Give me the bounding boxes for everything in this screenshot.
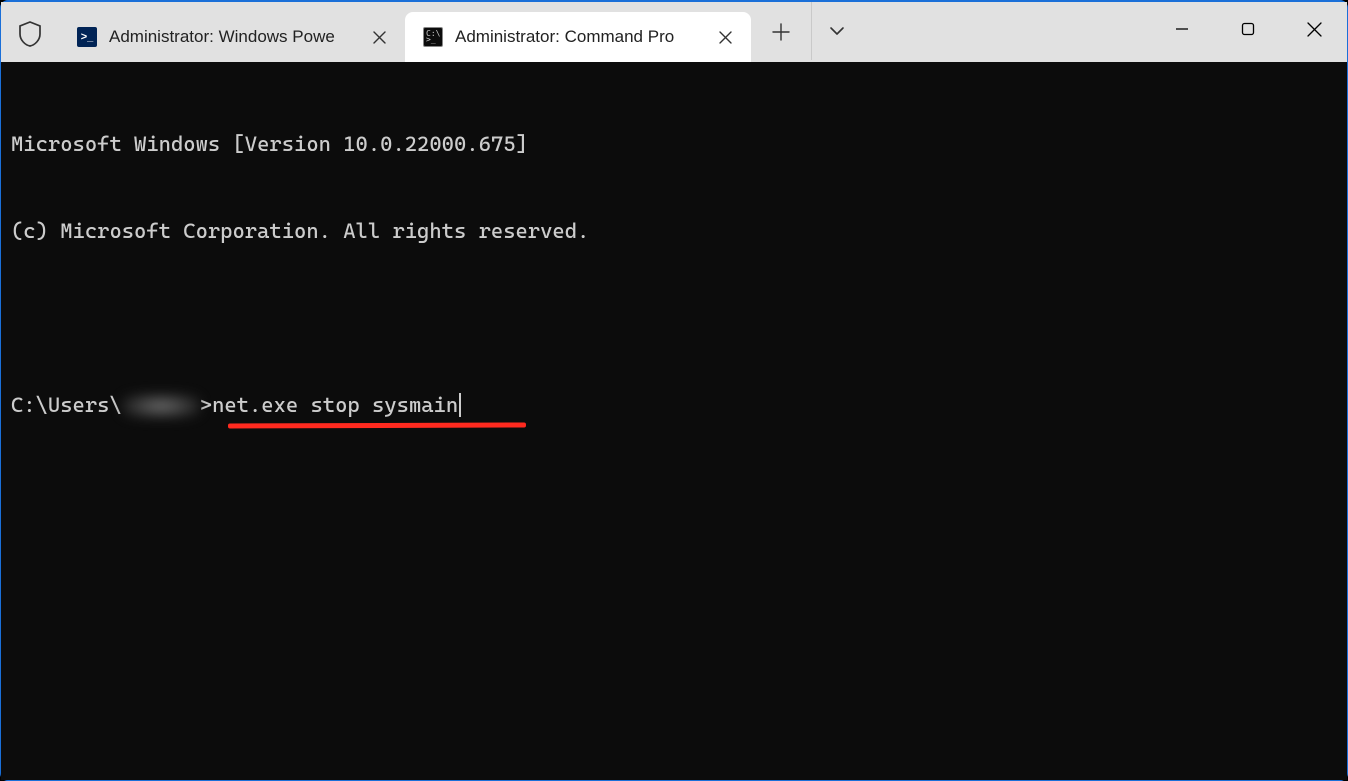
window-controls [1149,2,1347,56]
command-text: net.exe stop sysmain [212,391,458,420]
tab-dropdown-button[interactable] [811,2,861,60]
new-tab-button[interactable] [757,12,805,52]
prompt-suffix: > [200,391,212,420]
annotation-underline [228,422,526,428]
powershell-icon: >_ [77,27,97,47]
terminal-prompt-line: C:\Users\ >net.exe stop sysmain [11,391,1337,420]
tab-powershell[interactable]: >_ Administrator: Windows Powe [59,12,405,62]
terminal-area[interactable]: Microsoft Windows [Version 10.0.22000.67… [1,62,1347,780]
minimize-button[interactable] [1149,2,1215,56]
tab-label: Administrator: Command Pro [455,27,701,47]
redacted-username [122,394,200,418]
tab-label: Administrator: Windows Powe [109,27,355,47]
close-button[interactable] [1281,2,1347,56]
terminal-output-line: Microsoft Windows [Version 10.0.22000.67… [11,130,1337,159]
terminal-output-line: (c) Microsoft Corporation. All rights re… [11,217,1337,246]
tabs-area: >_ Administrator: Windows Powe C:\>_ Adm… [59,2,751,62]
cmd-icon: C:\>_ [423,27,443,47]
titlebar-drag-area[interactable] [861,2,1149,62]
maximize-button[interactable] [1215,2,1281,56]
tab-close-button[interactable] [367,25,391,49]
prompt-prefix: C:\Users\ [11,391,122,420]
text-cursor [459,393,461,417]
terminal-blank-line [11,304,1337,333]
tab-command-prompt[interactable]: C:\>_ Administrator: Command Pro [405,12,751,62]
titlebar: >_ Administrator: Windows Powe C:\>_ Adm… [1,2,1347,62]
tab-close-button[interactable] [713,25,737,49]
shield-icon [1,2,59,62]
